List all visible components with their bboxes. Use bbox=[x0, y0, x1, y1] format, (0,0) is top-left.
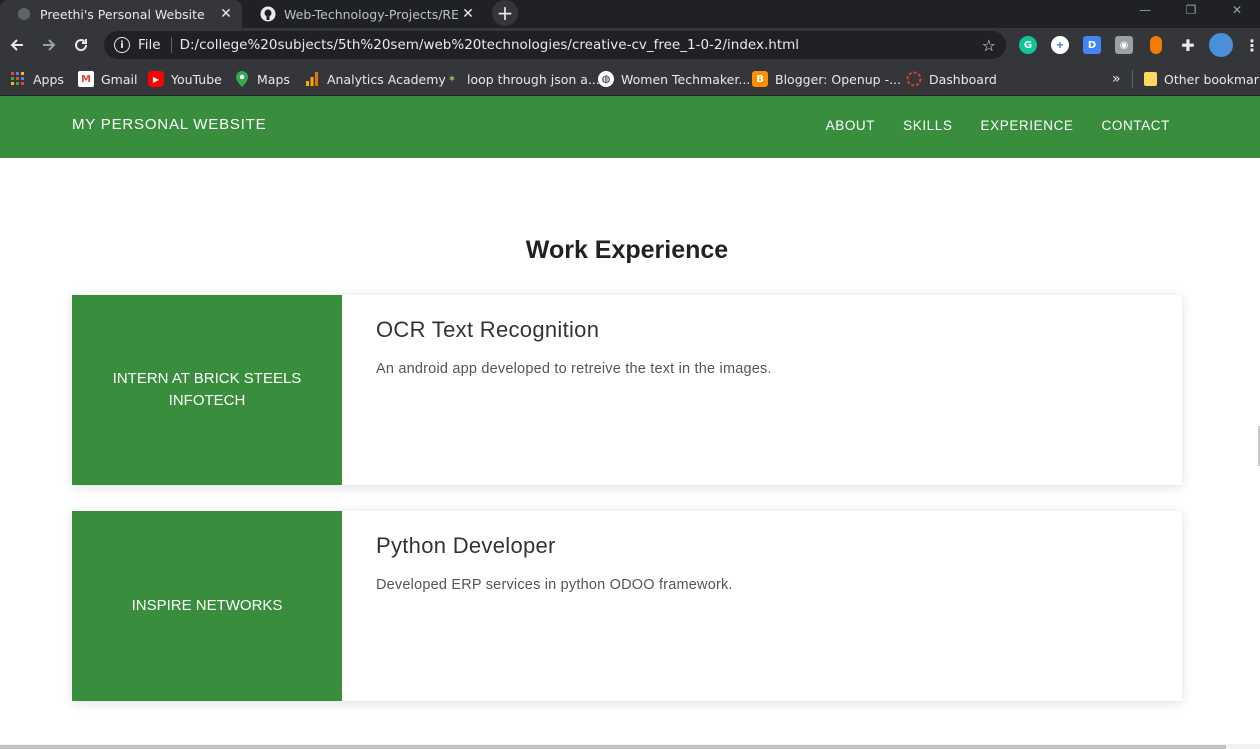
experience-body: Python Developer Developed ERP services … bbox=[342, 511, 1182, 701]
bookmark-loop-json[interactable]: ✶ loop through json a... bbox=[444, 70, 600, 88]
experience-card: INTERN AT BRICK STEELS INFOTECH OCR Text… bbox=[72, 295, 1182, 485]
tab-github-readme[interactable]: Web-Technology-Projects/README ✕ bbox=[244, 0, 484, 28]
browser-toolbar: i File D:/college%20subjects/5th%20sem/w… bbox=[0, 28, 1260, 62]
bookmarks-bar: Apps M Gmail ▶ YouTube Maps Analytics Ac… bbox=[0, 62, 1260, 96]
experience-role: Python Developer bbox=[376, 533, 556, 558]
bookmark-label: YouTube bbox=[171, 71, 222, 87]
divider bbox=[170, 37, 172, 53]
browser-tab-strip: Preethi's Personal Website ✕ Web-Technol… bbox=[0, 0, 1260, 28]
nav-skills[interactable]: SKILLS bbox=[903, 118, 952, 133]
site-navbar: MY PERSONAL WEBSITE ABOUT SKILLS EXPERIE… bbox=[0, 96, 1260, 158]
bookmark-analytics-academy[interactable]: Analytics Academy bbox=[304, 70, 446, 88]
globe-icon bbox=[16, 6, 32, 22]
info-icon[interactable]: i bbox=[114, 37, 130, 53]
bookmark-maps[interactable]: Maps bbox=[234, 70, 290, 88]
bookmark-dashboard[interactable]: Dashboard bbox=[906, 70, 997, 88]
minimize-icon[interactable]: — bbox=[1122, 0, 1168, 20]
camera-icon[interactable]: ◉ bbox=[1115, 36, 1133, 54]
site-nav-links: ABOUT SKILLS EXPERIENCE CONTACT bbox=[826, 118, 1170, 133]
apps-grid-icon bbox=[10, 71, 26, 87]
maps-pin-icon bbox=[234, 71, 250, 87]
experience-description: An android app developed to retreive the… bbox=[376, 361, 772, 377]
extension-box-icon[interactable]: D bbox=[1083, 36, 1101, 54]
experience-role: OCR Text Recognition bbox=[376, 317, 600, 342]
bookmark-label: Women Techmaker... bbox=[621, 71, 751, 87]
forward-arrow-icon[interactable] bbox=[36, 32, 62, 58]
reload-icon[interactable] bbox=[68, 32, 94, 58]
experience-body: OCR Text Recognition An android app deve… bbox=[342, 295, 1182, 485]
scrollbar-thumb[interactable] bbox=[0, 745, 1226, 749]
extension-dropper-icon[interactable] bbox=[1150, 36, 1162, 54]
analytics-bars-icon bbox=[304, 71, 320, 87]
bookmark-label: Gmail bbox=[101, 71, 138, 87]
bookmark-label: Dashboard bbox=[929, 71, 997, 87]
globe-icon: ◍ bbox=[598, 71, 614, 87]
bookmarks-overflow-button[interactable]: » bbox=[1112, 70, 1121, 88]
experience-company: INSPIRE NETWORKS bbox=[72, 511, 342, 701]
sparkle-icon: ✶ bbox=[447, 73, 457, 85]
close-window-icon[interactable]: ✕ bbox=[1214, 0, 1260, 20]
nav-experience[interactable]: EXPERIENCE bbox=[981, 118, 1074, 133]
github-icon bbox=[260, 6, 276, 22]
horizontal-scrollbar[interactable] bbox=[0, 744, 1260, 749]
restore-icon[interactable]: ❐ bbox=[1168, 0, 1214, 20]
nav-contact[interactable]: CONTACT bbox=[1102, 118, 1170, 133]
url-scheme: File bbox=[138, 37, 161, 53]
bookmark-label: Maps bbox=[257, 71, 290, 87]
divider bbox=[1132, 70, 1133, 88]
extensions-puzzle-icon[interactable]: ✚ bbox=[1179, 36, 1197, 55]
bookmark-label: loop through json a... bbox=[467, 71, 600, 87]
experience-company: INTERN AT BRICK STEELS INFOTECH bbox=[72, 295, 342, 485]
tab-title: Preethi's Personal Website bbox=[40, 6, 205, 22]
bookmark-apps[interactable]: Apps bbox=[10, 70, 64, 88]
folder-icon bbox=[1144, 72, 1157, 86]
window-controls: — ❐ ✕ bbox=[1122, 0, 1260, 20]
experience-card: INSPIRE NETWORKS Python Developer Develo… bbox=[72, 511, 1182, 701]
bookmark-youtube[interactable]: ▶ YouTube bbox=[148, 70, 222, 88]
experience-description: Developed ERP services in python ODOO fr… bbox=[376, 577, 733, 593]
url-text[interactable]: D:/college%20subjects/5th%20sem/web%20te… bbox=[180, 37, 982, 53]
youtube-icon: ▶ bbox=[148, 71, 164, 87]
menu-kebab-icon[interactable]: ⋮ bbox=[1243, 36, 1260, 55]
gmail-icon: M bbox=[78, 71, 94, 87]
bookmark-label: Blogger: Openup -... bbox=[775, 71, 902, 87]
bookmark-blogger[interactable]: B Blogger: Openup -... bbox=[752, 70, 901, 88]
address-bar[interactable]: i File D:/college%20subjects/5th%20sem/w… bbox=[104, 31, 1006, 59]
bookmark-label: Apps bbox=[33, 71, 64, 87]
section-title: Work Experience bbox=[525, 236, 729, 264]
bookmark-other-bookmarks[interactable]: Other bookmarks bbox=[1144, 70, 1260, 88]
close-icon[interactable]: ✕ bbox=[458, 4, 478, 24]
close-icon[interactable]: ✕ bbox=[216, 4, 236, 24]
back-arrow-icon[interactable] bbox=[4, 32, 30, 58]
nav-about[interactable]: ABOUT bbox=[826, 118, 876, 133]
bookmark-star-icon[interactable]: ☆ bbox=[982, 36, 996, 55]
bookmark-women-techmakers[interactable]: ◍ Women Techmaker... bbox=[598, 70, 750, 88]
dashboard-ring-icon bbox=[906, 71, 922, 87]
grammarly-icon[interactable]: G bbox=[1019, 36, 1037, 54]
avatar[interactable] bbox=[1209, 33, 1233, 57]
tab-title: Web-Technology-Projects/README bbox=[284, 6, 458, 22]
bookmark-gmail[interactable]: M Gmail bbox=[78, 70, 137, 88]
new-tab-button[interactable]: + bbox=[492, 0, 518, 26]
bookmark-label: Analytics Academy bbox=[327, 71, 446, 87]
blogger-icon: B bbox=[752, 71, 768, 87]
extension-plus-icon[interactable]: + bbox=[1051, 36, 1069, 54]
bookmark-label: Other bookmarks bbox=[1164, 71, 1260, 87]
site-brand[interactable]: MY PERSONAL WEBSITE bbox=[72, 116, 266, 133]
tab-personal-website[interactable]: Preethi's Personal Website ✕ bbox=[0, 0, 242, 28]
